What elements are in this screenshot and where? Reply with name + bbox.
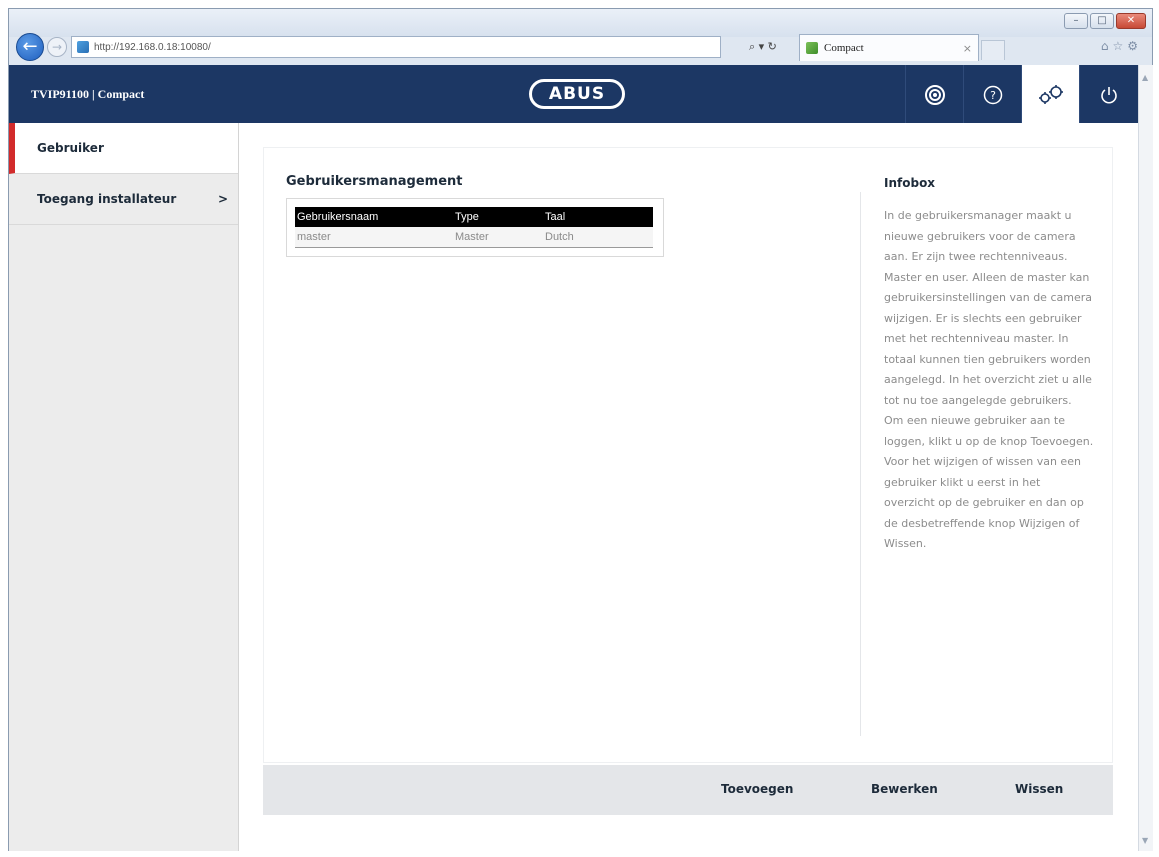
- column-header-username: Gebruikersnaam: [295, 207, 453, 227]
- cell-username: master: [295, 227, 453, 248]
- abus-logo: ABUS: [529, 79, 625, 109]
- sidebar-item-label: Gebruiker: [37, 141, 104, 155]
- table-row[interactable]: master Master Dutch: [295, 227, 653, 248]
- gear-icon[interactable]: ⚙: [1127, 39, 1142, 53]
- back-button[interactable]: ←: [16, 33, 44, 61]
- address-bar[interactable]: http://192.168.0.18:10080/: [71, 36, 721, 58]
- browser-tab[interactable]: Compact ×: [799, 34, 979, 61]
- maximize-button[interactable]: □: [1090, 13, 1114, 29]
- infobox-title: Infobox: [884, 176, 936, 190]
- help-icon: ?: [983, 84, 1003, 104]
- scroll-up-icon[interactable]: ▲: [1142, 73, 1148, 82]
- power-button[interactable]: [1079, 65, 1137, 123]
- sidebar-item-toegang-installateur[interactable]: Toegang installateur >: [9, 174, 238, 225]
- browser-window: – □ ✕ ← → http://192.168.0.18:10080/ ⌕ ▾…: [8, 8, 1153, 851]
- help-button[interactable]: ?: [963, 65, 1021, 123]
- scroll-down-icon[interactable]: ▼: [1142, 836, 1148, 845]
- star-icon[interactable]: ☆: [1112, 39, 1127, 53]
- camera-icon: [924, 84, 946, 105]
- edit-button[interactable]: Bewerken: [871, 782, 938, 796]
- action-bar: Toevoegen Bewerken Wissen: [263, 765, 1113, 815]
- infobox-text: In de gebruikersmanager maakt u nieuwe g…: [884, 209, 1094, 550]
- window-controls: – □ ✕: [1064, 13, 1146, 29]
- cell-language: Dutch: [543, 227, 653, 248]
- table-header-row: Gebruikersnaam Type Taal: [295, 207, 653, 227]
- sidebar: Gebruiker Toegang installateur >: [9, 123, 239, 851]
- chevron-right-icon: >: [217, 192, 228, 206]
- app-header: TVIP91100 | Compact ABUS ?: [9, 65, 1138, 123]
- new-tab-button[interactable]: [981, 40, 1005, 60]
- tab-favicon-icon: [806, 42, 818, 54]
- user-table: Gebruikersnaam Type Taal master Master D…: [295, 207, 653, 248]
- camera-button[interactable]: [905, 65, 963, 123]
- tab-title: Compact: [824, 42, 864, 54]
- url-text[interactable]: http://192.168.0.18:10080/: [94, 42, 211, 53]
- minimize-button[interactable]: –: [1064, 13, 1088, 29]
- device-title: TVIP91100 | Compact: [31, 87, 145, 101]
- site-favicon-icon: [77, 41, 89, 53]
- svg-text:?: ?: [990, 89, 996, 102]
- page-scrollbar[interactable]: ▲ ▼: [1138, 65, 1153, 851]
- close-window-button[interactable]: ✕: [1116, 13, 1146, 29]
- add-button[interactable]: Toevoegen: [721, 782, 793, 796]
- user-table-panel: Gebruikersnaam Type Taal master Master D…: [286, 198, 664, 257]
- main-content: Gebruikersmanagement Gebruikersnaam Type…: [263, 147, 1113, 763]
- sidebar-item-label: Toegang installateur: [37, 192, 177, 206]
- cell-type: Master: [453, 227, 543, 248]
- address-tools[interactable]: ⌕ ▾ ↻: [749, 40, 777, 54]
- app-viewport: TVIP91100 | Compact ABUS ? Gebruiker Toe…: [9, 65, 1138, 851]
- column-header-language: Taal: [543, 207, 653, 227]
- tab-close-icon[interactable]: ×: [963, 42, 972, 55]
- infobox-divider: [860, 192, 861, 736]
- home-icon[interactable]: ⌂: [1101, 39, 1113, 53]
- forward-button[interactable]: →: [47, 37, 67, 57]
- settings-icon: [1036, 84, 1066, 104]
- settings-button[interactable]: [1021, 65, 1079, 123]
- power-icon: [1099, 84, 1119, 103]
- browser-toolbar-icons: ⌂☆⚙: [1101, 39, 1142, 53]
- sidebar-item-gebruiker[interactable]: Gebruiker: [9, 123, 238, 174]
- browser-nav-row: ← → http://192.168.0.18:10080/ ⌕ ▾ ↻ Com…: [9, 29, 1152, 63]
- delete-button[interactable]: Wissen: [1015, 782, 1063, 796]
- column-header-type: Type: [453, 207, 543, 227]
- page-title: Gebruikersmanagement: [286, 174, 463, 189]
